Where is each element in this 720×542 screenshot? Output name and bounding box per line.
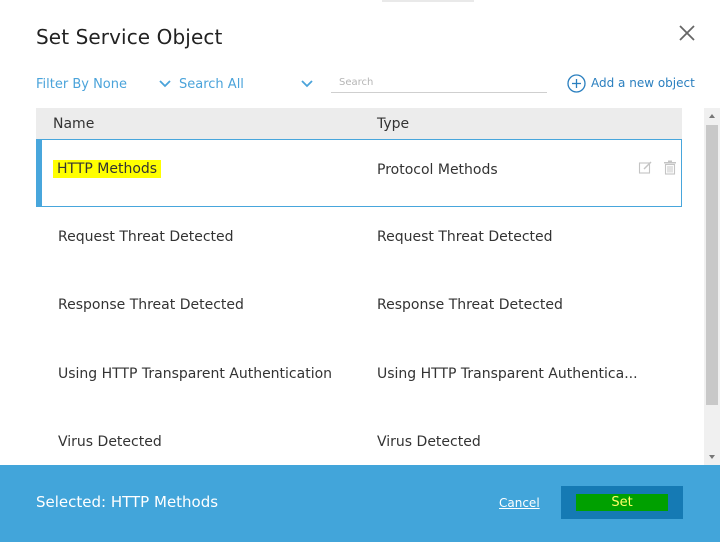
set-button-label: Set	[576, 494, 668, 511]
row-type: Virus Detected	[377, 434, 481, 450]
dialog-top-handle	[382, 0, 474, 2]
row-name: Using HTTP Transparent Authentication	[58, 366, 333, 382]
row-name-highlight: HTTP Methods	[53, 160, 162, 178]
chevron-down-icon[interactable]	[300, 79, 314, 89]
row-type: Response Threat Detected	[377, 297, 563, 313]
close-button[interactable]	[676, 22, 698, 44]
scroll-up-arrow-icon[interactable]	[704, 108, 720, 124]
row-name: Virus Detected	[58, 434, 162, 450]
selected-item-text: Selected: HTTP Methods	[36, 493, 219, 511]
dialog-title: Set Service Object	[36, 25, 223, 49]
table-header: Name Type	[36, 108, 682, 139]
dialog-footer: Selected: HTTP Methods Cancel Set	[0, 465, 720, 542]
row-type: Protocol Methods	[377, 162, 498, 178]
table-row[interactable]: Virus Detected Virus Detected	[36, 413, 682, 465]
set-service-object-dialog: Set Service Object Filter By None Search…	[0, 0, 720, 542]
table-row[interactable]: Response Threat Detected Response Threat…	[36, 276, 682, 344]
edit-icon[interactable]	[638, 160, 653, 175]
search-field	[331, 70, 555, 93]
column-header-name[interactable]: Name	[53, 116, 94, 132]
table-row[interactable]: Request Threat Detected Request Threat D…	[36, 207, 682, 275]
row-name: HTTP Methods	[53, 160, 162, 178]
search-scope-dropdown[interactable]: Search All	[179, 77, 244, 92]
row-actions	[638, 160, 677, 175]
set-button[interactable]: Set	[561, 486, 683, 519]
row-type: Request Threat Detected	[377, 229, 553, 245]
filter-dropdown[interactable]: Filter By None	[36, 77, 127, 92]
trash-icon[interactable]	[663, 160, 677, 175]
service-object-list: HTTP Methods Protocol Methods Request Th…	[36, 139, 682, 465]
row-name: Response Threat Detected	[58, 297, 244, 313]
add-new-object-button[interactable]: Add a new object	[567, 73, 695, 93]
scrollbar-thumb[interactable]	[706, 125, 718, 405]
table-row[interactable]: Using HTTP Transparent Authentication Us…	[36, 345, 682, 413]
add-new-object-label: Add a new object	[591, 76, 695, 90]
scroll-down-arrow-icon[interactable]	[704, 449, 720, 465]
table-row[interactable]: HTTP Methods Protocol Methods	[36, 139, 682, 207]
plus-circle-icon	[567, 73, 586, 93]
row-type: Using HTTP Transparent Authentica...	[377, 366, 638, 382]
chevron-down-icon[interactable]	[158, 79, 172, 89]
vertical-scrollbar[interactable]	[704, 108, 720, 465]
close-icon	[679, 25, 695, 41]
row-name: Request Threat Detected	[58, 229, 234, 245]
search-input[interactable]	[331, 72, 555, 93]
column-header-type[interactable]: Type	[377, 116, 409, 132]
cancel-button[interactable]: Cancel	[499, 496, 540, 510]
